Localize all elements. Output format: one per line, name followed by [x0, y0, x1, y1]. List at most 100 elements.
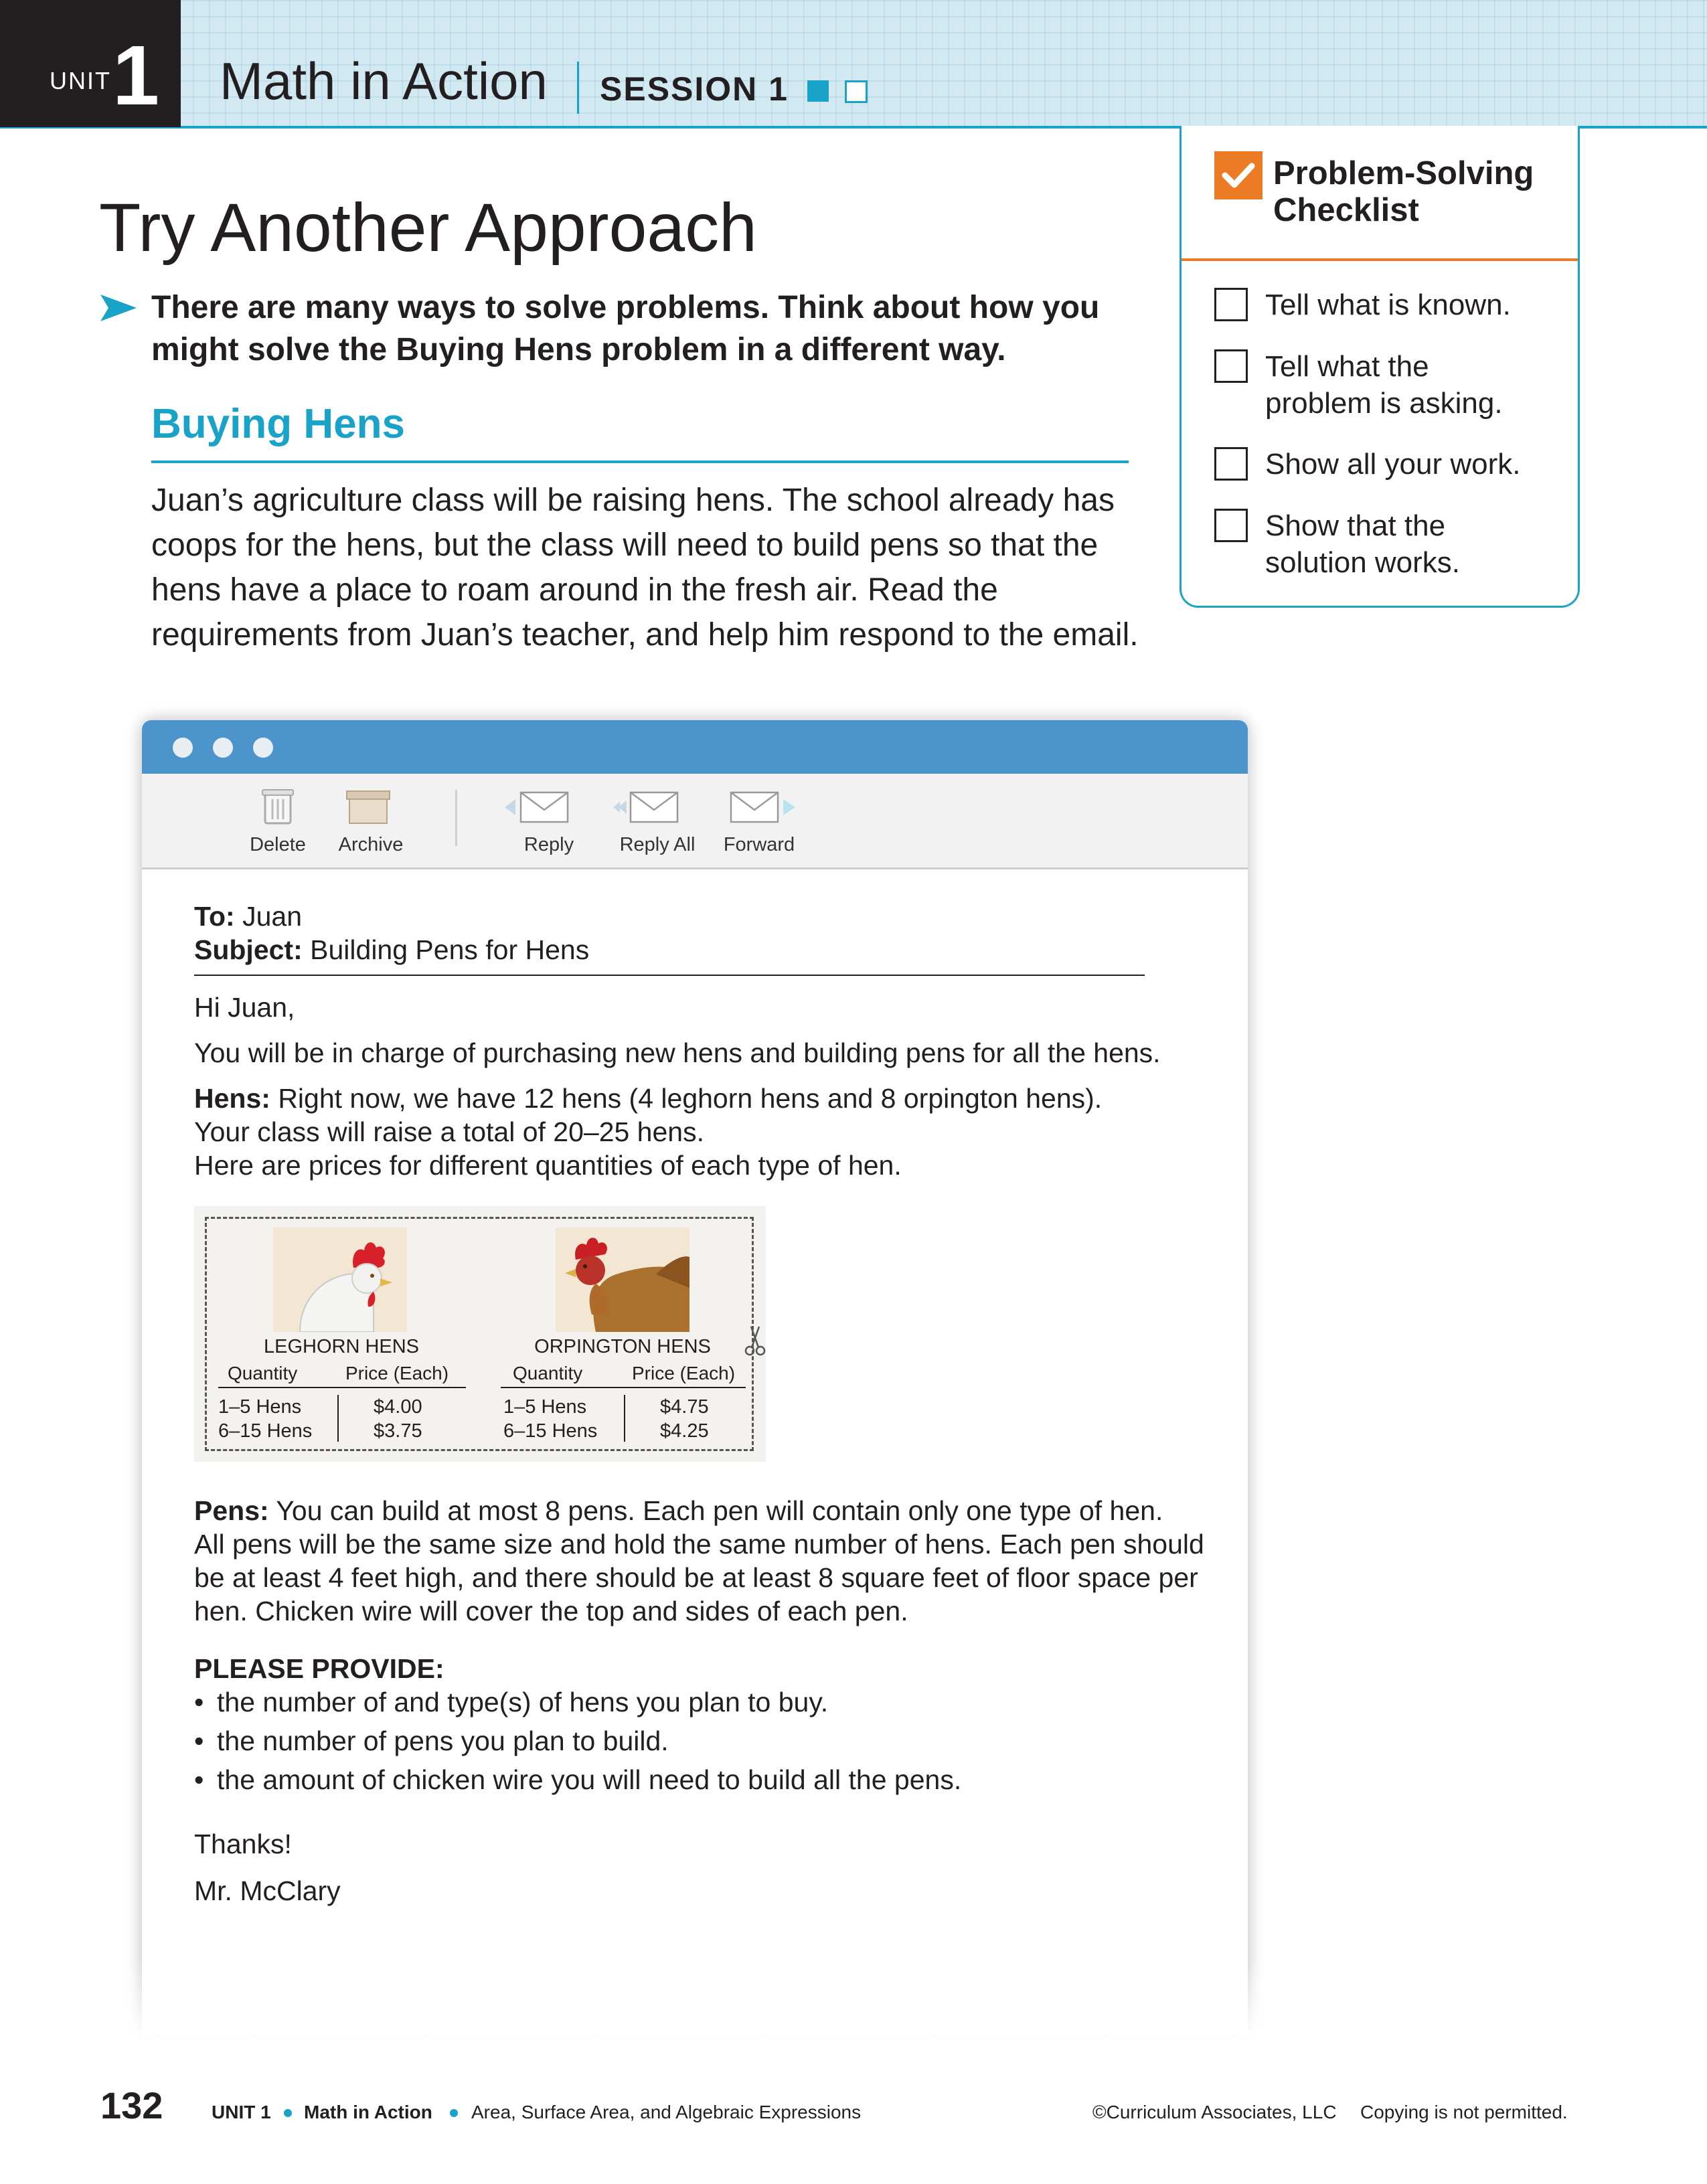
checklist-checkbox-work[interactable]: [1214, 447, 1248, 481]
email-pens-line1: Pens: You can build at most 8 pens. Each…: [194, 1494, 1163, 1527]
email-pens-line2: All pens will be the same size and hold …: [194, 1529, 1204, 1560]
provide-item-text: the number of pens you plan to build.: [217, 1726, 669, 1756]
footer-copyright: ©Curriculum Associates, LLC: [1092, 2102, 1337, 2122]
hens-label: Hens:: [194, 1083, 270, 1114]
header-title: Math in Action: [220, 52, 548, 110]
leghorn-header-rule: [218, 1387, 466, 1388]
leghorn-price-row2: $3.75: [374, 1420, 422, 1442]
checklist-checkbox-solution[interactable]: [1214, 509, 1248, 542]
window-close-dot[interactable]: [173, 738, 193, 758]
toolbar-separator: [455, 790, 457, 846]
checkmark-icon: [1214, 151, 1263, 199]
orpington-title: ORPINGTON HENS: [534, 1336, 711, 1357]
email-hens-line3: Here are prices for different quantities…: [194, 1150, 902, 1181]
arrow-icon: [100, 295, 137, 325]
footer-bullet: [284, 2109, 292, 2117]
reply-envelope-icon[interactable]: [503, 790, 570, 828]
email-thanks: Thanks!: [194, 1829, 292, 1859]
orpington-qty-row1: 1–5 Hens: [503, 1396, 587, 1418]
provide-item-text: the amount of chicken wire you will need…: [217, 1764, 962, 1795]
forward-button[interactable]: Forward: [706, 834, 813, 856]
provide-item-text: the number of and type(s) of hens you pl…: [217, 1687, 829, 1717]
email-header-rule: [194, 975, 1145, 976]
reply-all-button[interactable]: Reply All: [604, 834, 711, 856]
footer-section: Math in Action: [304, 2102, 432, 2122]
email-to-line: To: Juan: [194, 900, 302, 933]
email-intro-line: You will be in charge of purchasing new …: [194, 1037, 1161, 1068]
reply-button[interactable]: Reply: [495, 834, 602, 856]
header-divider: [577, 62, 579, 114]
leghorn-qty-row1: 1–5 Hens: [218, 1396, 302, 1418]
orpington-hen-photo: [556, 1228, 689, 1332]
trash-icon[interactable]: [261, 787, 295, 828]
email-signature: Mr. McClary: [194, 1875, 341, 1906]
email-greeting: Hi Juan,: [194, 992, 295, 1023]
checklist-checkbox-asking[interactable]: [1214, 349, 1248, 383]
orpington-quantity-header: Quantity: [513, 1363, 583, 1383]
checklist-checkbox-known[interactable]: [1214, 288, 1248, 321]
session-progress-empty-square: [845, 80, 868, 103]
checklist-item-text: problem is asking.: [1265, 387, 1503, 420]
unit-word: UNIT: [50, 67, 111, 94]
orpington-price-row1: $4.75: [660, 1396, 709, 1418]
hens-text: Right now, we have 12 hens (4 leghorn he…: [278, 1083, 1103, 1114]
bullet: •: [194, 1687, 204, 1717]
checklist-title-line1: Problem-Solving: [1273, 155, 1534, 191]
leghorn-quantity-header: Quantity: [228, 1363, 298, 1383]
intro-text: There are many ways to solve problems. T…: [151, 290, 1100, 367]
provide-list-item: • the number of pens you plan to build.: [194, 1724, 669, 1758]
archive-box-icon[interactable]: [345, 790, 391, 828]
orpington-column-rule: [624, 1395, 625, 1442]
checklist-item-text: Show all your work.: [1265, 448, 1521, 481]
window-minimize-dot[interactable]: [213, 738, 233, 758]
email-hens-line2: Your class will raise a total of 20–25 h…: [194, 1116, 704, 1147]
leghorn-hen-photo: [273, 1228, 407, 1333]
email-subject-line: Subject: Building Pens for Hens: [194, 933, 589, 967]
checklist-item-solution: Show that the solution works.: [1265, 507, 1533, 581]
checklist-rule: [1182, 258, 1578, 261]
page-title: Try Another Approach: [99, 189, 757, 266]
checklist-item-text: Tell what is known.: [1265, 288, 1511, 321]
window-zoom-dot[interactable]: [253, 738, 273, 758]
to-value: Juan: [242, 901, 303, 932]
pens-text: You can build at most 8 pens. Each pen w…: [276, 1495, 1163, 1526]
subject-label: Subject:: [194, 934, 303, 965]
section-heading: Buying Hens: [151, 401, 405, 447]
archive-button[interactable]: Archive: [317, 834, 424, 856]
checklist-item-asking: Tell what the problem is asking.: [1265, 348, 1533, 422]
leghorn-title: LEGHORN HENS: [263, 1336, 420, 1357]
forward-envelope-icon[interactable]: [730, 790, 797, 828]
checklist-item-text: Show that the: [1265, 509, 1446, 542]
email-pens-line3: be at least 4 feet high, and there shoul…: [194, 1562, 1198, 1593]
bullet: •: [194, 1764, 204, 1795]
email-title-bar: [142, 720, 1248, 774]
email-bottom-fade: [120, 1961, 1272, 2055]
session-progress-filled-square: [807, 80, 829, 102]
orpington-price-header: Price (Each): [632, 1363, 736, 1383]
pens-label: Pens:: [194, 1495, 269, 1526]
provide-list-item: • the amount of chicken wire you will nee…: [194, 1763, 961, 1796]
checklist-title: Problem-Solving Checklist: [1273, 155, 1568, 229]
page-number: 132: [100, 2084, 163, 2126]
please-provide-heading: PLEASE PROVIDE:: [194, 1653, 444, 1684]
story-text: Juan’s agriculture class will be raising…: [151, 483, 1139, 653]
leghorn-column-rule: [337, 1395, 339, 1442]
email-pens-line4: hen. Chicken wire will cover the top and…: [194, 1596, 908, 1626]
reply-all-envelope-icon[interactable]: [613, 790, 680, 828]
to-label: To:: [194, 901, 235, 932]
footer-bullet: [450, 2109, 458, 2117]
email-hens-line1: Hens: Right now, we have 12 hens (4 legh…: [194, 1082, 1102, 1115]
footer-unit: UNIT 1: [212, 2102, 271, 2122]
delete-button[interactable]: Delete: [224, 834, 331, 856]
orpington-qty-row2: 6–15 Hens: [503, 1420, 598, 1442]
unit-number: 1: [112, 28, 160, 122]
bullet: •: [194, 1726, 204, 1756]
checklist-item-text: Tell what the: [1265, 350, 1429, 383]
checklist-title-line2: Checklist: [1273, 192, 1419, 228]
checklist-item-known: Tell what is known.: [1265, 286, 1533, 323]
checklist-item-work: Show all your work.: [1265, 446, 1533, 483]
session-label: SESSION 1: [600, 70, 789, 108]
leghorn-price-header: Price (Each): [345, 1363, 449, 1383]
footer-notice: Copying is not permitted.: [1360, 2102, 1568, 2122]
checklist-item-text: solution works.: [1265, 546, 1461, 579]
